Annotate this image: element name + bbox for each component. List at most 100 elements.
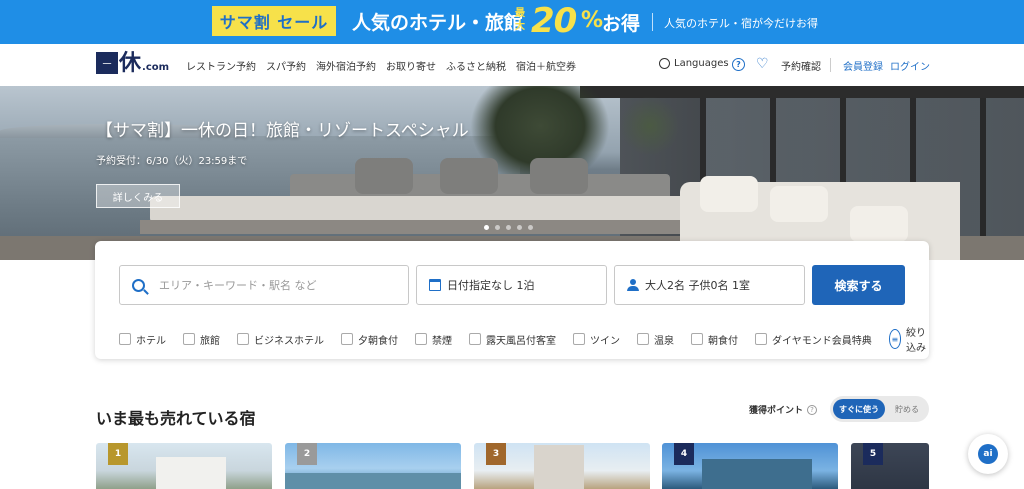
checkbox[interactable]: [237, 333, 249, 345]
carousel-dot[interactable]: [517, 225, 522, 230]
toggle-use-now[interactable]: すぐに使う: [833, 399, 885, 419]
hero-image-plant: [620, 96, 680, 156]
ranking-title: いま最も売れている宿: [96, 409, 256, 428]
nav-air-package[interactable]: 宿泊＋航空券: [516, 58, 576, 73]
nav-restaurant[interactable]: レストラン予約: [186, 58, 256, 73]
points-label-text: 獲得ポイント: [749, 406, 804, 416]
carousel-dot[interactable]: [484, 225, 489, 230]
languages-selector[interactable]: Languages: [659, 58, 729, 69]
card-image: [156, 457, 226, 489]
rank-badge: 5: [863, 443, 883, 465]
filter-twin[interactable]: ツイン: [573, 332, 620, 347]
help-icon[interactable]: ?: [732, 58, 745, 71]
promo-max-label: 最大: [515, 8, 525, 32]
filter-diamond-member[interactable]: ダイヤモンド会員特典: [755, 332, 872, 347]
ai-icon: ai: [978, 444, 998, 464]
hero-image-cushion: [850, 206, 908, 242]
filter-non-smoking[interactable]: 禁煙: [415, 332, 452, 347]
hotel-card[interactable]: 4: [662, 443, 838, 489]
filter-label: 朝食付: [708, 335, 738, 347]
filter-ryokan[interactable]: 旅館: [183, 332, 220, 347]
points-toggle[interactable]: すぐに使う 貯める: [830, 396, 929, 422]
filter-open-air-bath[interactable]: 露天風呂付客室: [469, 332, 556, 347]
filter-icon: ≡: [888, 329, 902, 349]
filter-business-hotel[interactable]: ビジネスホテル: [237, 332, 324, 347]
toggle-save[interactable]: 貯める: [888, 399, 926, 419]
narrow-down-button[interactable]: ≡ 絞り込み: [888, 324, 929, 354]
hotel-card[interactable]: 2: [285, 443, 461, 489]
search-button[interactable]: 検索する: [812, 265, 905, 305]
filter-onsen[interactable]: 温泉: [637, 332, 674, 347]
nav-otoriyose[interactable]: お取り寄せ: [386, 58, 436, 73]
rank-badge: 3: [486, 443, 506, 465]
heart-icon[interactable]: ♡: [756, 56, 769, 72]
calendar-icon: [429, 279, 441, 291]
checkbox[interactable]: [183, 333, 195, 345]
promo-main-text: 人気のホテル・旅館: [352, 12, 524, 34]
date-value: 日付指定なし 1泊: [447, 279, 535, 292]
checkbox[interactable]: [415, 333, 427, 345]
carousel-dot[interactable]: [495, 225, 500, 230]
checkbox[interactable]: [469, 333, 481, 345]
filter-label: 温泉: [654, 335, 674, 347]
hero-image-cushion: [530, 158, 588, 194]
nav-spa[interactable]: スパ予約: [266, 58, 306, 73]
filter-label: ダイヤモンド会員特典: [772, 335, 872, 347]
filter-hotel[interactable]: ホテル: [119, 332, 166, 347]
logo-text: 休: [119, 50, 142, 76]
filter-two-meals[interactable]: 夕朝食付: [341, 332, 398, 347]
promo-percent-symbol: %: [581, 8, 604, 33]
nav-overseas[interactable]: 海外宿泊予約: [316, 58, 376, 73]
register-link[interactable]: 会員登録: [843, 58, 883, 73]
checkbox[interactable]: [573, 333, 585, 345]
promo-banner[interactable]: サマ割 セール 人気のホテル・旅館 最大 20 % お得 人気のホテル・宿が今だ…: [0, 0, 1024, 44]
languages-label: Languages: [674, 58, 729, 69]
logo-suffix: .com: [142, 62, 170, 73]
checkbox[interactable]: [637, 333, 649, 345]
hero-image-cushion: [770, 186, 828, 222]
reservation-link[interactable]: 予約確認: [781, 58, 821, 73]
carousel-dot[interactable]: [506, 225, 511, 230]
login-link[interactable]: ログイン: [890, 58, 930, 73]
guest-selector[interactable]: 大人2名 子供0名 1室: [614, 265, 805, 305]
filter-label: 禁煙: [432, 335, 452, 347]
area-search-input[interactable]: エリア・キーワード・駅名 など: [119, 265, 409, 305]
narrow-down-label: 絞り込み: [906, 328, 927, 354]
checkbox[interactable]: [691, 333, 703, 345]
hero-image-cushion: [440, 158, 498, 194]
nav-furusato[interactable]: ふるさと納税: [446, 58, 506, 73]
hero-image-cushion: [700, 176, 758, 212]
promo-sub-text: 人気のホテル・宿が今だけお得: [664, 17, 818, 30]
globe-icon: [659, 58, 670, 69]
hotel-card[interactable]: 5: [851, 443, 929, 489]
area-placeholder: エリア・キーワード・駅名 など: [159, 279, 317, 292]
filter-breakfast[interactable]: 朝食付: [691, 332, 738, 347]
filter-label: 夕朝食付: [358, 335, 398, 347]
hero-carousel[interactable]: 【サマ割】一休の日！旅館・リゾートスペシャル 予約受付：6/30（火）23:59…: [0, 86, 1024, 260]
card-image: [702, 459, 812, 489]
checkbox[interactable]: [119, 333, 131, 345]
person-icon: [627, 279, 639, 291]
card-image: [285, 473, 461, 489]
filter-label: ホテル: [136, 335, 166, 347]
checkbox[interactable]: [341, 333, 353, 345]
promo-tag: サマ割 セール: [212, 6, 336, 36]
points-label: 獲得ポイント ?: [749, 403, 818, 416]
hero-date: 予約受付：6/30（火）23:59まで: [96, 156, 248, 167]
hotel-card[interactable]: 3: [474, 443, 650, 489]
hero-title: 【サマ割】一休の日！旅館・リゾートスペシャル: [96, 121, 469, 141]
hero-details-button[interactable]: 詳しくみる: [96, 184, 180, 208]
carousel-dot[interactable]: [528, 225, 533, 230]
logo-mark: 一: [96, 52, 118, 74]
promo-percent: 20: [531, 1, 577, 41]
hotel-card[interactable]: 1: [96, 443, 272, 489]
date-picker[interactable]: 日付指定なし 1泊: [416, 265, 607, 305]
filter-label: ビジネスホテル: [254, 335, 324, 347]
ai-assistant-button[interactable]: ai: [968, 434, 1008, 474]
info-icon[interactable]: ?: [807, 404, 818, 415]
checkbox[interactable]: [755, 333, 767, 345]
hero-image-cushion: [355, 158, 413, 194]
card-image: [534, 445, 584, 489]
site-logo[interactable]: 一 休 .com: [96, 52, 169, 74]
filter-label: 露天風呂付客室: [486, 335, 556, 347]
